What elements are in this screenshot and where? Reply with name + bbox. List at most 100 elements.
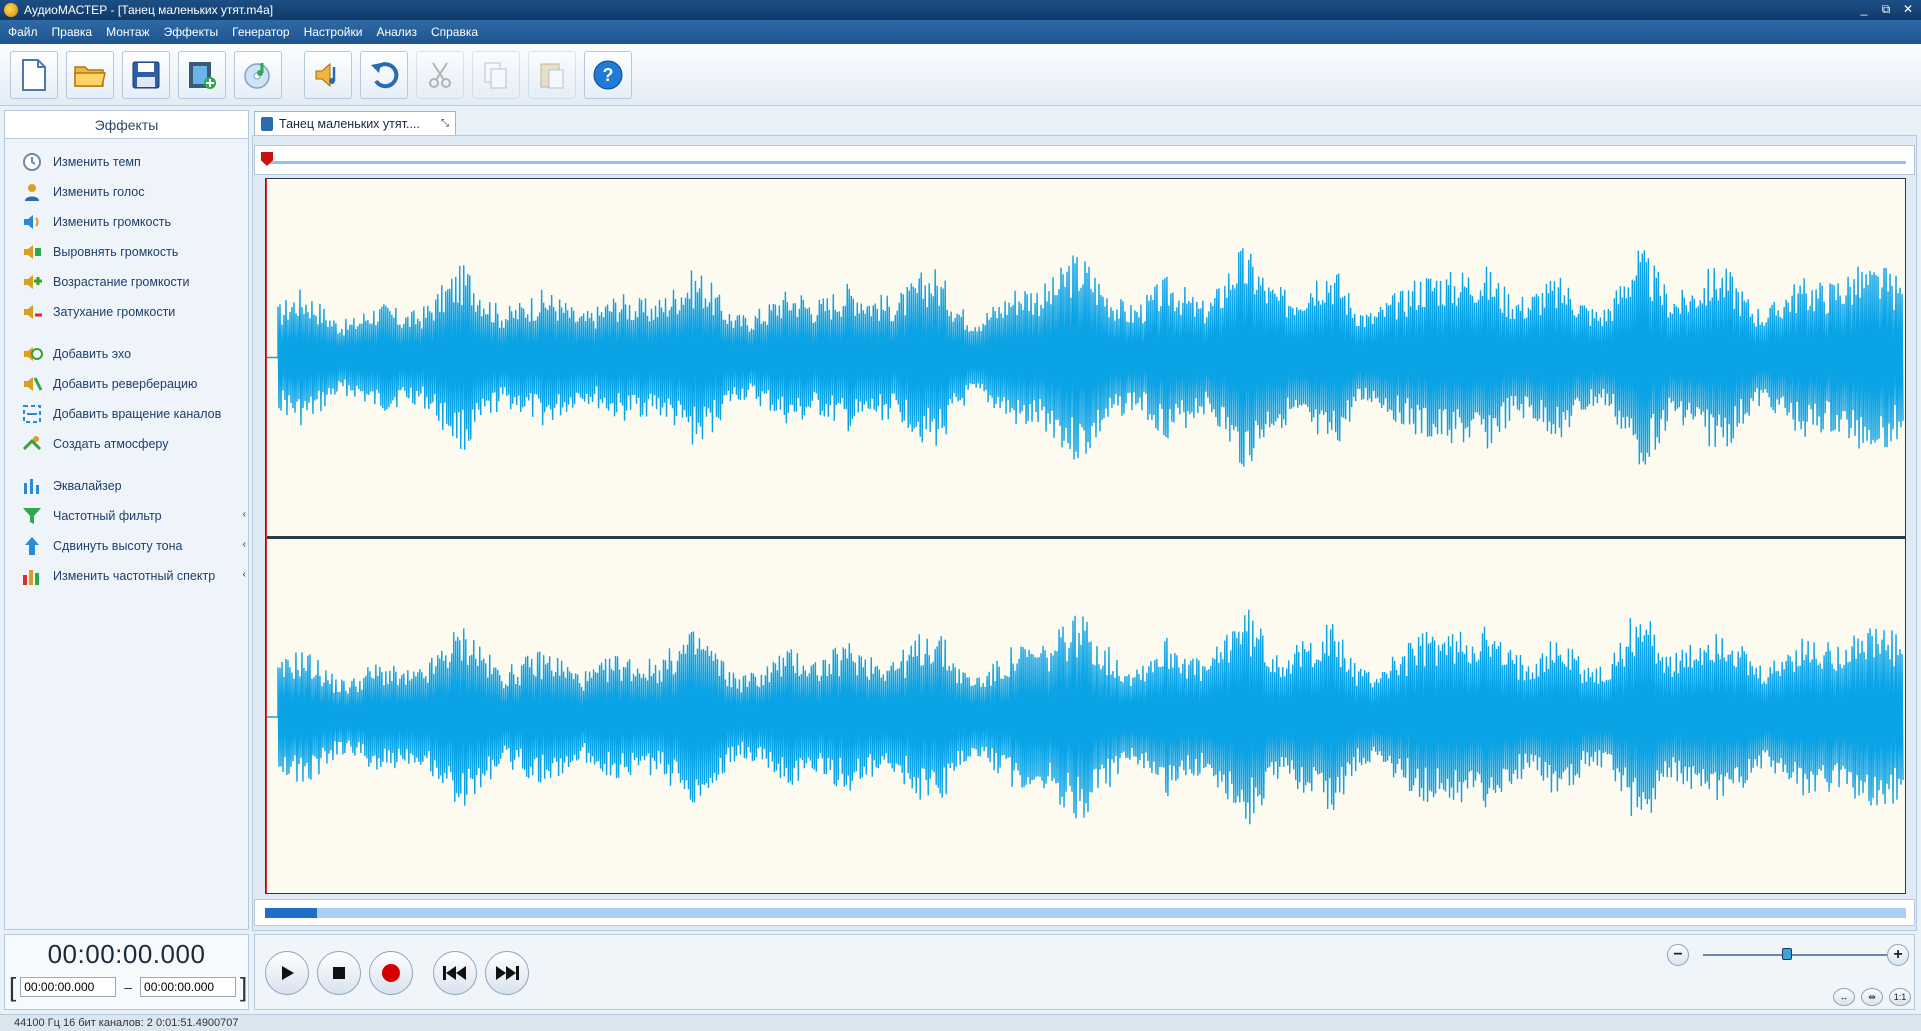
paste-icon bbox=[540, 63, 564, 88]
fast-forward-button[interactable] bbox=[485, 951, 529, 995]
cd-music-button[interactable] bbox=[234, 50, 282, 99]
status-bar: 44100 Гц 16 бит каналов: 2 0:01:51.49007… bbox=[0, 1014, 1921, 1031]
effects-group-gap bbox=[5, 327, 248, 339]
menu-edit[interactable]: Правка bbox=[52, 25, 93, 39]
effect-item-label: Добавить вращение каналов bbox=[53, 407, 222, 421]
effect-item-label: Сдвинуть высоту тона bbox=[53, 539, 183, 553]
zoom-out-icon: − bbox=[1673, 946, 1683, 963]
open-button[interactable] bbox=[66, 50, 114, 99]
effect-item-reverb[interactable]: Добавить реверберацию bbox=[5, 369, 248, 399]
speaker-note-icon bbox=[315, 62, 336, 87]
horizontal-scrollbar[interactable] bbox=[254, 899, 1915, 926]
atmosphere-icon bbox=[21, 433, 43, 455]
open-folder-icon bbox=[74, 65, 106, 87]
rewind-button[interactable] bbox=[433, 951, 477, 995]
effect-item-person[interactable]: Изменить голос bbox=[5, 177, 248, 207]
document-tab[interactable]: Танец маленьких утят.... ⤡ bbox=[254, 111, 456, 135]
menu-montage[interactable]: Монтаж bbox=[106, 25, 150, 39]
zoom-in-button[interactable]: + bbox=[1887, 944, 1909, 966]
play-button[interactable] bbox=[265, 951, 309, 995]
person-icon bbox=[21, 181, 43, 203]
zoom-out-button[interactable]: − bbox=[1667, 944, 1689, 966]
effect-item-clock[interactable]: Изменить темп bbox=[5, 147, 248, 177]
zoom-slider[interactable] bbox=[1703, 954, 1889, 956]
zoom-1to1-icon: 1:1 bbox=[1893, 992, 1907, 1002]
effect-item-volume-level[interactable]: Выровнять громкость bbox=[5, 237, 248, 267]
paste-button[interactable] bbox=[528, 50, 576, 99]
menu-bar: Файл Правка Монтаж Эффекты Генератор Нас… bbox=[0, 20, 1921, 44]
effect-item-label: Частотный фильтр bbox=[53, 509, 162, 523]
effect-item-equalizer[interactable]: Эквалайзер bbox=[5, 471, 248, 501]
menu-effects[interactable]: Эффекты bbox=[164, 25, 219, 39]
effect-item-spectrum[interactable]: Изменить частотный спектр ‹ bbox=[5, 561, 248, 591]
playback-cursor bbox=[266, 179, 267, 893]
rewind-icon bbox=[443, 966, 466, 980]
equalizer-icon bbox=[21, 475, 43, 497]
waveform-area[interactable] bbox=[265, 178, 1906, 894]
effect-item-volume[interactable]: Изменить громкость bbox=[5, 207, 248, 237]
minimize-button[interactable]: _ bbox=[1857, 2, 1871, 17]
fit-selection-button[interactable]: ⇹ bbox=[1861, 988, 1883, 1006]
app-icon bbox=[4, 3, 18, 17]
expand-chevron-icon[interactable]: ‹ bbox=[243, 569, 246, 580]
zoom-1to1-button[interactable]: 1:1 bbox=[1889, 988, 1911, 1006]
fit-selection-icon: ⇹ bbox=[1868, 991, 1876, 1002]
echo-icon bbox=[21, 343, 43, 365]
help-icon: ? bbox=[593, 60, 623, 89]
close-button[interactable]: ✕ bbox=[1901, 2, 1915, 17]
cut-icon bbox=[429, 61, 451, 88]
effects-group-gap bbox=[5, 459, 248, 471]
stop-button[interactable] bbox=[317, 951, 361, 995]
waveform-channel-right bbox=[266, 609, 1904, 825]
resize-grip-icon[interactable]: ⤡ bbox=[441, 118, 449, 129]
speaker-note-button[interactable] bbox=[304, 50, 352, 99]
record-icon bbox=[382, 964, 400, 982]
fit-width-button[interactable]: ↔ bbox=[1833, 988, 1855, 1006]
reverb-icon bbox=[21, 373, 43, 395]
zoom-slider-knob[interactable] bbox=[1782, 948, 1793, 960]
toolbar: ? bbox=[0, 44, 1921, 106]
range-start-input[interactable] bbox=[20, 977, 117, 997]
restore-button[interactable]: ⧉ bbox=[1879, 2, 1893, 17]
effect-item-echo[interactable]: Добавить эхо bbox=[5, 339, 248, 369]
menu-file[interactable]: Файл bbox=[8, 25, 38, 39]
effects-panel: Эффекты Изменить темп Изменить голос Измен… bbox=[4, 110, 249, 930]
help-button[interactable]: ? bbox=[584, 50, 632, 99]
copy-button[interactable] bbox=[472, 50, 520, 99]
add-video-button[interactable] bbox=[178, 50, 226, 99]
clock-icon bbox=[21, 151, 43, 173]
range-end-input[interactable] bbox=[140, 977, 237, 997]
scrollbar-thumb[interactable] bbox=[265, 908, 317, 918]
volume-down-icon bbox=[21, 301, 43, 323]
effect-item-rotate-channels[interactable]: Добавить вращение каналов bbox=[5, 399, 248, 429]
menu-settings[interactable]: Настройки bbox=[304, 25, 363, 39]
effect-item-label: Добавить реверберацию bbox=[53, 377, 198, 391]
scrollbar-track[interactable] bbox=[265, 908, 1906, 918]
play-icon bbox=[282, 966, 294, 980]
timeline-ruler[interactable] bbox=[254, 145, 1915, 175]
menu-generator[interactable]: Генератор bbox=[232, 25, 289, 39]
cut-button[interactable] bbox=[416, 50, 464, 99]
effects-header: Эффекты bbox=[5, 111, 248, 139]
new-file-button[interactable] bbox=[10, 50, 58, 99]
effect-item-volume-up[interactable]: Возрастание громкости bbox=[5, 267, 248, 297]
menu-help[interactable]: Справка bbox=[431, 25, 478, 39]
save-button[interactable] bbox=[122, 50, 170, 99]
record-button[interactable] bbox=[369, 951, 413, 995]
volume-level-icon bbox=[21, 241, 43, 263]
expand-chevron-icon[interactable]: ‹ bbox=[243, 539, 246, 550]
effect-item-atmosphere[interactable]: Создать атмосферу bbox=[5, 429, 248, 459]
copy-icon bbox=[484, 62, 507, 88]
effects-list: Изменить темп Изменить голос Изменить гром… bbox=[5, 139, 248, 591]
effect-item-pitch[interactable]: Сдвинуть высоту тона ‹ bbox=[5, 531, 248, 561]
menu-analysis[interactable]: Анализ bbox=[376, 25, 417, 39]
cd-music-icon bbox=[244, 62, 270, 89]
expand-chevron-icon[interactable]: ‹ bbox=[243, 509, 246, 520]
undo-button[interactable] bbox=[360, 50, 408, 99]
effect-item-filter[interactable]: Частотный фильтр ‹ bbox=[5, 501, 248, 531]
range-bracket-right: ] bbox=[240, 972, 248, 1002]
range-bracket-left: [ bbox=[9, 972, 17, 1002]
effect-item-label: Возрастание громкости bbox=[53, 275, 190, 289]
effect-item-volume-down[interactable]: Затухание громкости bbox=[5, 297, 248, 327]
window-controls: _ ⧉ ✕ bbox=[1857, 2, 1915, 17]
